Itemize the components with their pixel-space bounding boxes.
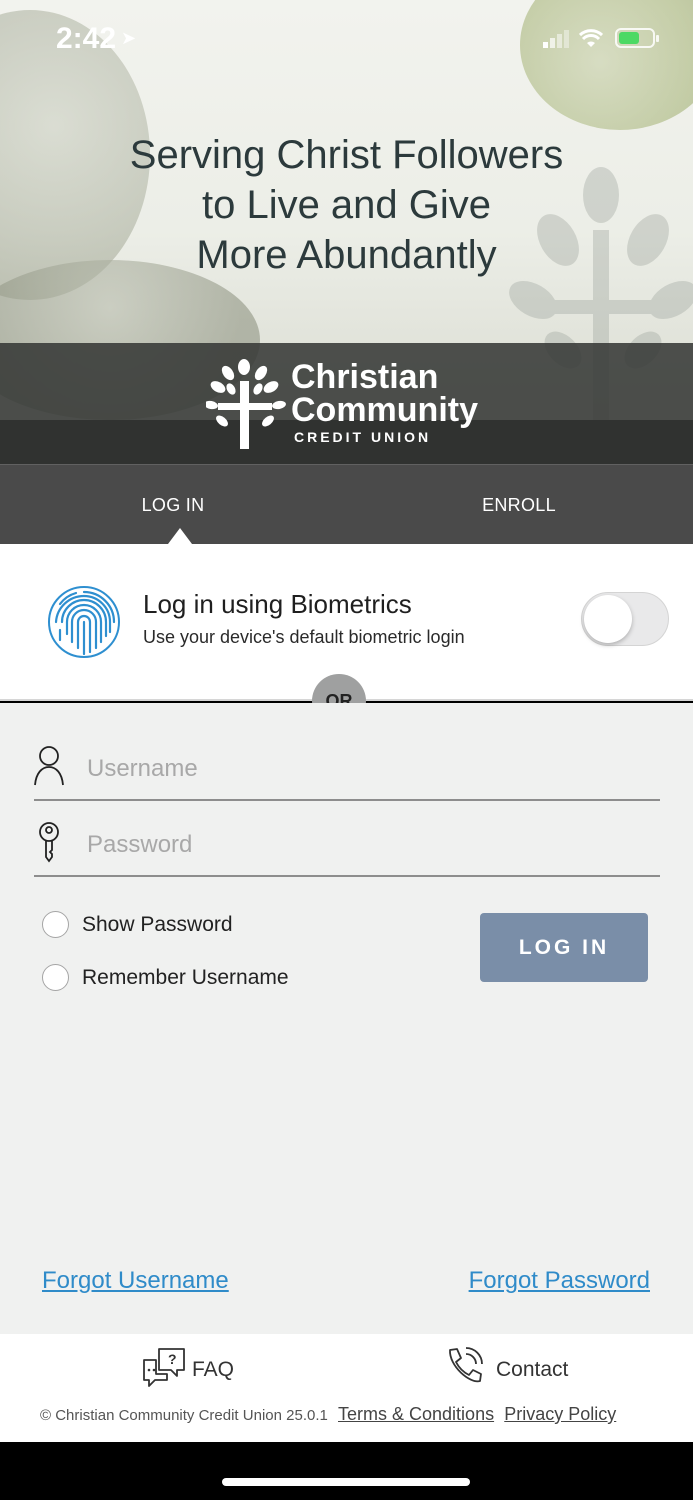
logo-line: Community [291,391,478,429]
log-in-button[interactable]: LOG IN [480,913,648,982]
key-icon [39,822,59,863]
location-arrow-icon: ➤ [121,28,137,48]
password-field [34,817,660,877]
checkbox-circle[interactable] [42,911,69,938]
faq-chat-icon: ? [143,1348,185,1387]
footer: ? FAQ Contact © Christian Community Cred… [0,1334,693,1442]
home-indicator-area [0,1442,693,1500]
wifi-icon [579,29,603,47]
privacy-link[interactable]: Privacy Policy [504,1404,616,1424]
credit-union-logo: Christian Community CREDIT UNION [206,359,496,451]
brand-bar: Christian Community CREDIT UNION [0,343,693,464]
fingerprint-icon [48,586,120,658]
tagline-line: Serving Christ Followers [129,133,564,177]
tagline-line: More Abundantly [196,233,497,277]
cellular-signal-icon [543,30,569,48]
tree-logo-icon [206,359,286,449]
biometrics-subtitle: Use your device's default biometric logi… [143,627,465,647]
forgot-password-link[interactable]: Forgot Password [469,1267,650,1295]
user-icon [34,746,64,786]
username-field [34,741,660,801]
logo-subtitle: CREDIT UNION [294,429,432,445]
logo-line: Christian [291,358,439,396]
contact-label: Contact [496,1358,569,1381]
biometrics-toggle[interactable] [581,592,669,646]
biometrics-title: Log in using Biometrics [143,589,412,619]
copyright-text: © Christian Community Credit Union 25.0.… [40,1407,328,1424]
tab-enroll[interactable]: ENROLL [346,465,692,545]
phone-icon [449,1347,483,1383]
hero-tagline: Serving Christ Followers to Live and Giv… [0,130,693,280]
tagline-line: to Live and Give [201,183,492,227]
auth-tabs: LOG IN ENROLL [0,464,693,544]
username-input[interactable] [87,747,647,791]
login-form: Show Password Remember Username LOG IN F… [0,703,693,1334]
terms-link[interactable]: Terms & Conditions [338,1404,494,1424]
logo-wordmark: Christian Community [291,358,478,429]
password-input[interactable] [87,823,647,867]
remember-username-label: Remember Username [82,966,289,989]
faq-label: FAQ [192,1358,235,1381]
legal-line: © Christian Community Credit Union 25.0.… [40,1404,616,1425]
checkbox-circle[interactable] [42,964,69,991]
status-time: 2:42 [56,22,117,55]
home-indicator[interactable] [222,1478,470,1486]
battery-icon [615,28,659,48]
forgot-username-link[interactable]: Forgot Username [42,1267,229,1295]
active-tab-indicator [168,528,192,544]
toggle-knob [584,595,632,643]
status-bar: 2:42 ➤ [0,0,693,80]
show-password-label: Show Password [82,913,233,936]
svg-text:?: ? [168,1351,177,1367]
